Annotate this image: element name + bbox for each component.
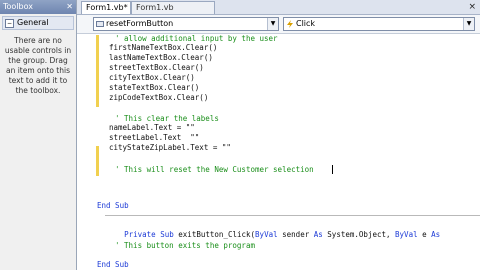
navigation-bar: resetFormButton ▼ Click ▼ [77, 15, 480, 34]
code-text: exitButton_Click( [173, 230, 256, 239]
code-line: ' This will reset the New Customer selec… [115, 165, 314, 174]
code-line: cityTextBox.Clear() [109, 73, 195, 82]
toolbox-empty-message: There are no usable controls in the grou… [4, 36, 72, 95]
change-marker [96, 35, 99, 107]
code-text: sender [277, 230, 314, 239]
control-icon [96, 20, 104, 28]
tab-label: Form1.vb* [86, 3, 128, 12]
code-keyword: As [431, 230, 441, 239]
code-line: End Sub [97, 260, 129, 269]
code-keyword: ByVal [395, 230, 418, 239]
code-line: streetTextBox.Clear() [109, 63, 204, 72]
code-editor: Form1.vb* Form1.vb [Design]* × resetForm… [77, 0, 480, 270]
close-tab-icon[interactable]: × [468, 0, 476, 14]
code-line: firstNameTextBox.Clear() [109, 43, 218, 52]
lightning-icon [286, 20, 294, 28]
code-line: ' This button exits the program [115, 241, 255, 250]
toolbox-group-label: General [17, 18, 49, 27]
toolbox-group-general[interactable]: − General [2, 16, 74, 30]
code-text: System.Object, [322, 230, 396, 239]
code-keyword: Private Sub [124, 230, 174, 239]
text-caret [332, 165, 333, 174]
method-divider [105, 215, 480, 216]
code-line: lastNameTextBox.Clear() [109, 53, 213, 62]
tab-form1-design[interactable]: Form1.vb [Design]* [131, 1, 215, 24]
code-line: streetLabel.Text "" [109, 133, 200, 142]
collapse-icon[interactable]: − [5, 18, 14, 28]
code-line: nameLabel.Text = "" [109, 123, 195, 132]
code-line: ' This clear the labels [115, 114, 219, 123]
code-keyword: ByVal [255, 230, 278, 239]
change-marker [96, 146, 99, 176]
code-text: e [417, 230, 432, 239]
code-line: cityStateZipLabel.Text = "" [109, 143, 231, 152]
chevron-down-icon[interactable]: ▼ [463, 18, 474, 30]
chevron-down-icon[interactable]: ▼ [267, 18, 278, 30]
document-tabs: Form1.vb* Form1.vb [Design]* × [77, 0, 480, 24]
object-combo-value: resetFormButton [106, 19, 174, 28]
toolbox-title: Toolbox [3, 2, 33, 11]
tab-form1-code[interactable]: Form1.vb* [81, 1, 131, 14]
code-line: End Sub [97, 201, 129, 210]
code-line: stateTextBox.Clear() [109, 83, 200, 92]
object-combo[interactable]: resetFormButton ▼ [93, 17, 279, 31]
code-line: zipCodeTextBox.Clear() [109, 93, 209, 102]
toolbox-header: Toolbox ✕ [0, 0, 76, 14]
toolbox-panel: Toolbox ✕ − General There are no usable … [0, 0, 77, 270]
close-icon[interactable]: ✕ [66, 0, 73, 14]
code-line: ' allow additional input by the user [115, 34, 278, 43]
event-combo-value: Click [296, 19, 316, 28]
code-keyword: As [313, 230, 323, 239]
code-area[interactable]: ' allow additional input by the user fir… [97, 34, 480, 270]
event-combo[interactable]: Click ▼ [283, 17, 475, 31]
